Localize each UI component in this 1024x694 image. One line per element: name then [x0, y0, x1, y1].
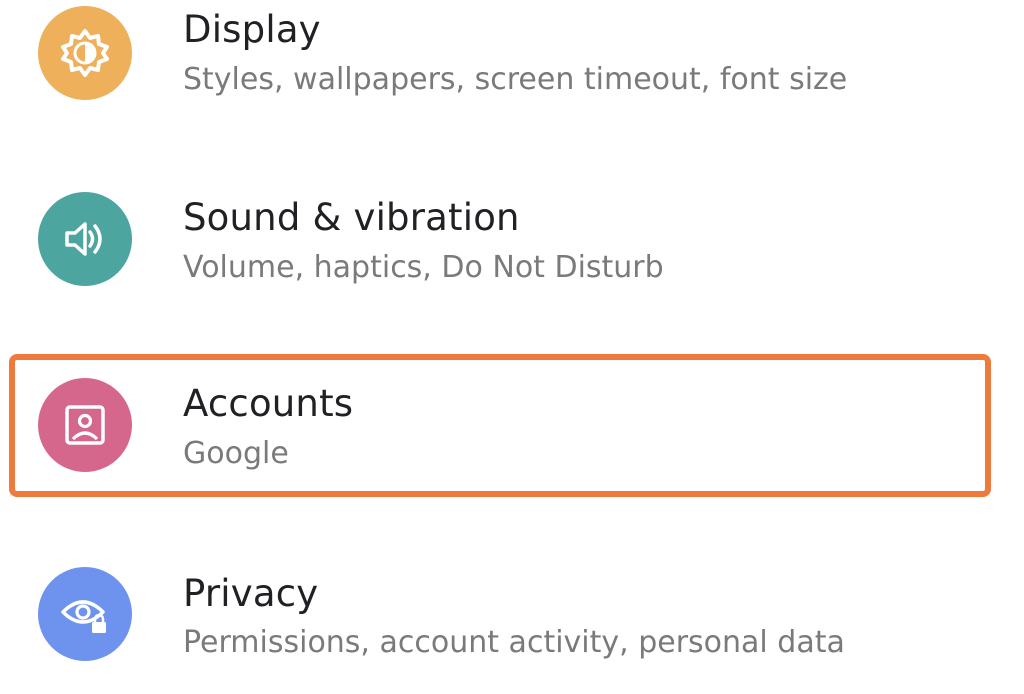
settings-list: Display Styles, wallpapers, screen timeo… [0, 0, 1024, 694]
settings-item-title: Privacy [183, 572, 319, 615]
volume-icon [38, 192, 132, 286]
settings-item-subtitle: Google [183, 436, 289, 471]
settings-item-accounts[interactable]: Accounts Google [0, 368, 1000, 478]
settings-item-subtitle: Permissions, account activity, personal … [183, 625, 845, 660]
settings-item-sound-vibration[interactable]: Sound & vibration Volume, haptics, Do No… [0, 184, 1000, 294]
account-box-icon [38, 378, 132, 472]
settings-item-subtitle: Styles, wallpapers, screen timeout, font… [183, 62, 848, 97]
settings-item-display[interactable]: Display Styles, wallpapers, screen timeo… [0, 0, 1000, 110]
settings-item-subtitle: Volume, haptics, Do Not Disturb [183, 250, 664, 285]
settings-item-privacy[interactable]: Privacy Permissions, account activity, p… [0, 552, 1000, 662]
settings-item-title: Sound & vibration [183, 196, 520, 239]
settings-item-title: Accounts [183, 382, 354, 425]
brightness-icon [38, 6, 132, 100]
privacy-eye-lock-icon [38, 567, 132, 661]
settings-item-title: Display [183, 8, 321, 51]
